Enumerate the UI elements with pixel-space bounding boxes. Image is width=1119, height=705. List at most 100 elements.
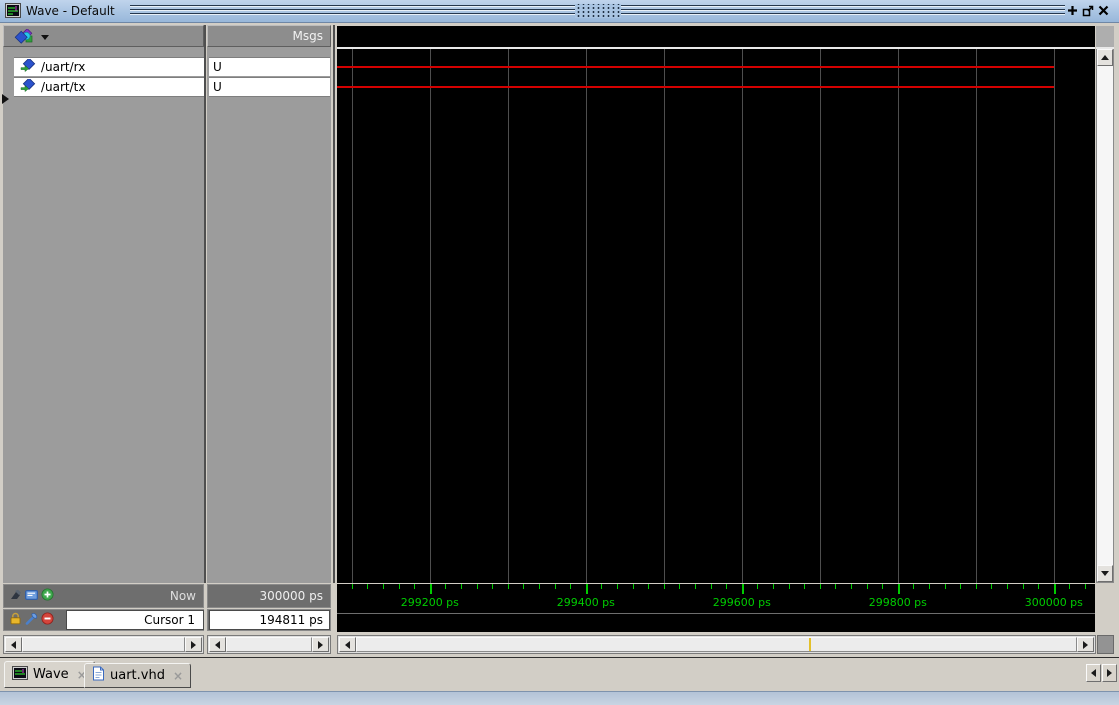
timeline-tick <box>632 584 634 589</box>
signal-row-rx[interactable]: /uart/rx <box>14 57 204 76</box>
now-value: 300000 ps <box>259 589 324 603</box>
add-cursor-icon[interactable] <box>41 588 54 604</box>
undock-button[interactable] <box>1081 4 1094 17</box>
timeline-divider <box>337 613 1095 614</box>
timeline-tick <box>757 584 759 589</box>
status-strip <box>0 691 1119 705</box>
scroll-up-button[interactable] <box>1097 49 1113 66</box>
signal-unknown-line <box>337 86 1054 88</box>
tab-scroll-right-button[interactable] <box>1102 664 1117 682</box>
gridline <box>585 49 587 583</box>
timeline-tick <box>601 584 603 589</box>
signal-diamond-icon <box>20 57 37 75</box>
names-column-header <box>3 25 204 47</box>
cursor-value-cell[interactable]: 194811 ps <box>209 610 330 630</box>
timeline[interactable]: 299200 ps 299400 ps 299600 ps 299800 ps 3000… <box>337 584 1095 632</box>
scroll-down-button[interactable] <box>1097 565 1113 582</box>
names-panel <box>3 47 204 583</box>
delete-cursor-icon[interactable] <box>41 612 54 628</box>
waveform-canvas[interactable] <box>337 26 1095 583</box>
timeline-tick <box>913 584 915 589</box>
edit-cursor-icon[interactable] <box>25 612 38 628</box>
scroll-right-button[interactable] <box>1077 637 1094 652</box>
insertion-pointer-icon <box>2 94 9 104</box>
timeline-tick <box>897 584 900 594</box>
scroll-left-button[interactable] <box>339 637 356 652</box>
now-row-value: 300000 ps <box>207 584 331 608</box>
select-tool-icon[interactable] <box>9 589 22 604</box>
scrollbar-thumb[interactable] <box>22 637 185 652</box>
timeline-tick <box>461 584 462 589</box>
tab-scroll-left-button[interactable] <box>1086 664 1101 682</box>
scroll-right-button[interactable] <box>312 637 329 652</box>
close-button[interactable] <box>1097 4 1110 17</box>
vertical-scrollbar-track[interactable] <box>1096 49 1114 583</box>
signal-value-tx[interactable]: U <box>209 77 330 96</box>
timeline-tick <box>648 584 650 589</box>
timeline-tick <box>741 584 744 594</box>
timeline-tick <box>1022 584 1024 589</box>
gridline <box>429 49 431 583</box>
timeline-tick <box>414 584 416 589</box>
dock-icon <box>1068 6 1077 15</box>
timeline-tick <box>773 584 774 589</box>
left-arrow-icon <box>341 640 350 649</box>
tab-bar: Wave × uart.vhd × <box>0 657 1119 691</box>
titlebar-grip-handle[interactable] <box>130 4 1065 18</box>
timeline-tick <box>445 584 447 589</box>
cursor-row-value: 194811 ps <box>207 609 331 631</box>
timeline-tick <box>539 584 540 589</box>
signal-row-tx[interactable]: /uart/tx <box>14 77 204 96</box>
scroll-left-button[interactable] <box>209 637 226 652</box>
timeline-tick <box>929 584 930 589</box>
grip-dots <box>574 4 621 18</box>
timeline-tick <box>819 584 821 589</box>
timeline-tick <box>663 584 665 589</box>
timeline-tick <box>383 584 384 589</box>
tab-close-icon[interactable]: × <box>173 669 183 683</box>
scrollbar-thumb[interactable] <box>356 637 1077 652</box>
timeline-tick <box>835 584 837 589</box>
window-title: Wave - Default <box>26 4 115 18</box>
timeline-tick <box>882 584 884 589</box>
timeline-tick <box>1085 584 1086 589</box>
wave-vertical-scrollbar[interactable] <box>1096 26 1114 583</box>
cursor-row-names: Cursor 1 <box>3 609 204 631</box>
names-horizontal-scrollbar[interactable] <box>3 635 204 654</box>
timeline-tick <box>398 584 400 589</box>
cursor-name-cell[interactable]: Cursor 1 <box>66 610 204 630</box>
timeline-tick <box>944 584 946 589</box>
scroll-right-button[interactable] <box>185 637 202 652</box>
values-horizontal-scrollbar[interactable] <box>207 635 331 654</box>
row-divider <box>14 96 204 97</box>
tab-wave[interactable]: Wave × <box>4 661 95 688</box>
timeline-tick <box>617 584 618 589</box>
timeline-tick <box>851 584 852 589</box>
timeline-tick <box>960 584 962 589</box>
gridline <box>819 49 821 583</box>
signal-group-button[interactable] <box>14 29 49 45</box>
gridline <box>351 49 353 583</box>
gridline <box>663 49 665 583</box>
timeline-tick <box>1053 584 1056 594</box>
right-arrow-icon <box>318 640 327 649</box>
tab-uart-vhd[interactable]: uart.vhd × <box>84 663 192 688</box>
timeline-tick <box>1069 584 1071 589</box>
scrollbar-thumb[interactable] <box>226 637 312 652</box>
down-arrow-icon <box>1101 571 1109 580</box>
lock-cursor-icon[interactable] <box>9 612 22 628</box>
tab-label: uart.vhd <box>110 668 165 683</box>
timeline-tick <box>788 584 790 589</box>
timeline-tick <box>523 584 525 589</box>
timeline-tick <box>1038 584 1040 589</box>
window-icon[interactable] <box>25 589 38 604</box>
timeline-tick <box>695 584 696 589</box>
wave-horizontal-scrollbar[interactable] <box>337 635 1096 654</box>
timeline-tick <box>866 584 868 589</box>
gridline <box>975 49 977 583</box>
dock-button[interactable] <box>1066 4 1079 17</box>
gridline <box>741 49 743 583</box>
scroll-left-button[interactable] <box>5 637 22 652</box>
timeline-tick <box>570 584 572 589</box>
signal-value-rx[interactable]: U <box>209 57 330 76</box>
